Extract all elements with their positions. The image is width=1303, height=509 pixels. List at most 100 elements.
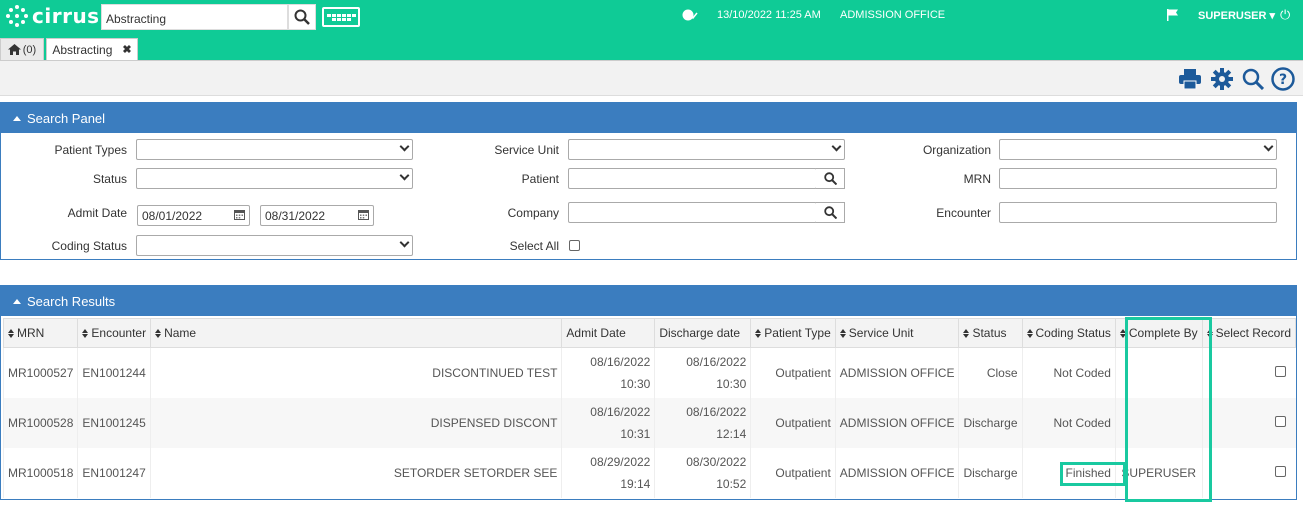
user-menu[interactable]: SUPERUSER ▾	[1198, 9, 1275, 22]
chevron-down-icon: ▾	[1269, 10, 1276, 22]
column-header-status[interactable]: Status	[958, 318, 1023, 348]
cell-encounter: EN1001245	[77, 397, 151, 448]
gear-icon[interactable]	[1210, 67, 1234, 91]
column-header-name[interactable]: Name	[150, 318, 563, 348]
chevron-down-icon	[1263, 141, 1274, 152]
select-record-checkbox[interactable]	[1274, 415, 1286, 427]
table-row[interactable]: MR1000528 EN1001245 DISPENSED DISCONT 08…	[2, 397, 1296, 448]
cell-select-record	[1201, 347, 1296, 398]
flag-icon[interactable]	[1166, 8, 1180, 25]
sort-icon	[82, 329, 89, 339]
column-header-discharge-date[interactable]: Discharge date	[654, 318, 752, 348]
cell-mrn: MR1000518	[2, 447, 78, 498]
column-header-mrn[interactable]: MRN	[2, 318, 79, 348]
toolbar: ?	[0, 60, 1303, 96]
chevron-down-icon	[831, 141, 842, 152]
cell-patient-type: Outpatient	[750, 447, 836, 498]
column-header-complete-by[interactable]: Complete By	[1114, 318, 1203, 348]
organization-label: Organization	[922, 143, 991, 157]
admit-date-from-field[interactable]: 08/01/2022	[137, 205, 250, 226]
status-select[interactable]	[136, 168, 413, 189]
company-search-button[interactable]	[816, 202, 845, 223]
select-record-checkbox[interactable]	[1274, 365, 1286, 377]
column-header-service-unit[interactable]: Service Unit	[834, 318, 960, 348]
current-office: ADMISSION OFFICE	[840, 9, 946, 21]
tab-abstracting[interactable]: Abstracting ✖	[46, 38, 138, 60]
cell-status: Discharge	[958, 447, 1022, 498]
tab-bar: (0) Abstracting ✖	[0, 36, 1303, 60]
cell-complete-by	[1114, 347, 1203, 398]
sort-icon	[839, 329, 846, 339]
app-logo[interactable]: cirrus	[6, 4, 100, 28]
cell-name: SETORDER SETORDER SEE	[150, 447, 562, 498]
cell-admit-date: 08/16/2022 10:30	[561, 347, 655, 398]
cell-discharge-date: 08/30/2022 10:52	[654, 447, 751, 498]
encounter-input[interactable]	[999, 202, 1277, 223]
sort-icon	[1026, 329, 1033, 339]
search-results-header[interactable]: Search Results	[1, 286, 1296, 316]
user-name: SUPERUSER	[1198, 10, 1267, 22]
coding-status-label: Coding Status	[51, 239, 127, 253]
cell-patient-type: Outpatient	[750, 347, 836, 398]
globe-icon[interactable]	[682, 8, 698, 25]
column-header-patient-type[interactable]: Patient Type	[750, 318, 836, 348]
logo-text: cirrus	[32, 4, 100, 28]
admit-date-to-value: 08/31/2022	[265, 209, 326, 223]
sort-icon	[1119, 329, 1126, 339]
calendar-icon[interactable]	[358, 209, 369, 223]
service-unit-label: Service Unit	[494, 143, 559, 157]
zoom-icon[interactable]	[1241, 67, 1265, 91]
patient-label: Patient	[521, 172, 559, 186]
power-icon[interactable]: ⏻	[1280, 7, 1290, 23]
keyboard-icon[interactable]	[322, 7, 360, 27]
column-header-select-record[interactable]: Select Record	[1201, 318, 1297, 348]
service-unit-select[interactable]	[568, 139, 845, 160]
sort-icon	[755, 329, 762, 339]
column-header-coding-status[interactable]: Coding Status	[1021, 318, 1116, 348]
select-all-checkbox[interactable]	[569, 240, 580, 251]
sort-icon	[8, 329, 14, 339]
organization-select[interactable]	[999, 139, 1277, 160]
company-input[interactable]	[568, 202, 817, 223]
sort-icon	[1206, 329, 1213, 339]
tab-home[interactable]: (0)	[0, 38, 44, 60]
cell-service-unit: ADMISSION OFFICE	[834, 447, 959, 498]
cell-status: Close	[958, 347, 1022, 398]
table-row[interactable]: MR1000527 EN1001244 DISCONTINUED TEST 08…	[2, 347, 1296, 398]
table-header-row: MRN Encounter Name Admit Date Discharge …	[2, 318, 1297, 348]
search-panel-title: Search Panel	[27, 110, 106, 126]
results-table: MRN Encounter Name Admit Date Discharge …	[2, 318, 1297, 498]
home-icon	[7, 44, 21, 55]
print-icon[interactable]	[1178, 67, 1202, 91]
cell-patient-type: Outpatient	[750, 397, 836, 448]
current-datetime: 13/10/2022 11:25 AM	[717, 9, 821, 21]
search-panel-header[interactable]: Search Panel	[1, 103, 1296, 133]
help-icon[interactable]: ?	[1271, 67, 1295, 91]
patient-input[interactable]	[568, 168, 817, 189]
collapse-caret-icon	[13, 298, 21, 304]
chevron-down-icon	[399, 170, 410, 181]
admit-date-to-field[interactable]: 08/31/2022	[260, 205, 374, 226]
calendar-icon[interactable]	[234, 209, 245, 223]
select-record-checkbox[interactable]	[1274, 465, 1286, 477]
cell-discharge-date: 08/16/2022 12:14	[654, 397, 751, 448]
coding-status-select[interactable]	[136, 235, 413, 256]
patient-types-select[interactable]	[136, 139, 413, 160]
global-search-input[interactable]: Abstracting	[101, 4, 288, 30]
cirrus-logo-icon	[6, 5, 28, 27]
top-bar: cirrus Abstracting 13/10/2022 11:25 AM A…	[0, 0, 1303, 36]
cell-coding-status: Not Coded	[1021, 397, 1116, 448]
mrn-label: MRN	[963, 172, 991, 186]
column-header-admit-date[interactable]: Admit Date	[561, 318, 656, 348]
collapse-caret-icon	[13, 115, 21, 121]
column-header-encounter[interactable]: Encounter	[77, 318, 152, 348]
encounter-label: Encounter	[936, 206, 991, 220]
mrn-input[interactable]	[999, 168, 1277, 189]
patient-search-button[interactable]	[816, 168, 845, 189]
global-search-button[interactable]	[288, 4, 316, 30]
table-row[interactable]: MR1000518 EN1001247 SETORDER SETORDER SE…	[2, 447, 1296, 498]
search-results-panel: Search Results MRN Encounter Name Admit …	[0, 285, 1297, 500]
cell-coding-status: Not Coded	[1021, 347, 1116, 398]
close-icon[interactable]: ✖	[122, 43, 131, 56]
cell-admit-date: 08/29/2022 19:14	[561, 447, 655, 498]
